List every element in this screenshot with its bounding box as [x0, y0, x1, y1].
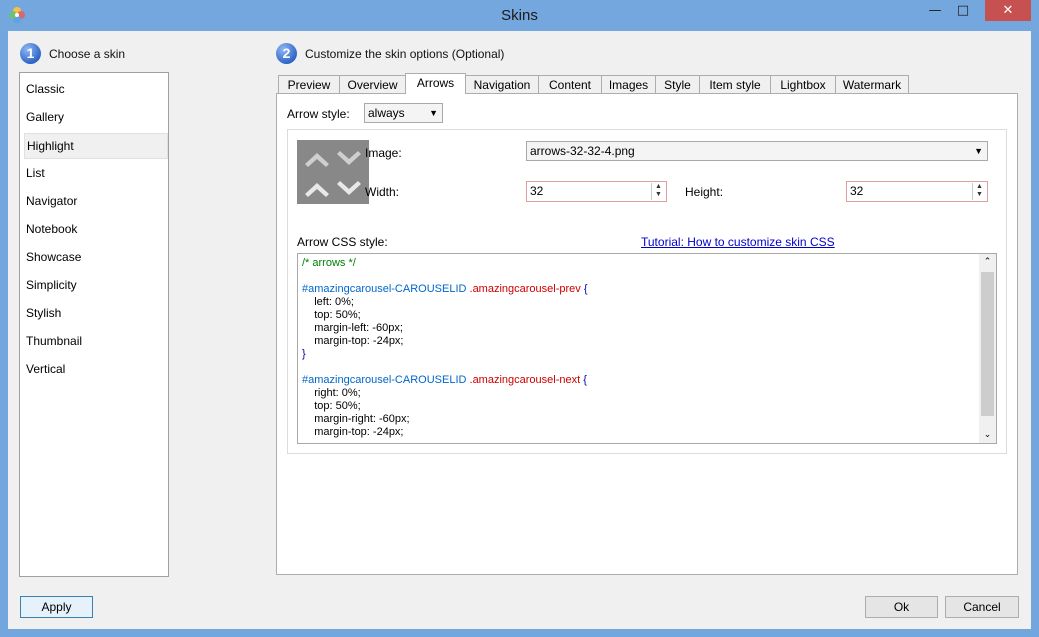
maximize-button[interactable]: □ [949, 0, 977, 21]
tab-content[interactable]: Content [538, 75, 602, 93]
image-label: Image: [365, 146, 402, 160]
css-token: top: 50%; [302, 309, 361, 321]
height-spinbox[interactable]: 32 ▲ ▼ [846, 181, 988, 202]
tab-images[interactable]: Images [601, 75, 656, 93]
skin-item-highlight[interactable]: Highlight [24, 133, 168, 159]
tab-item-style[interactable]: Item style [699, 75, 771, 93]
arrow-style-label: Arrow style: [287, 107, 350, 121]
skin-item-simplicity[interactable]: Simplicity [24, 273, 166, 297]
width-label: Width: [365, 185, 400, 199]
arrow-image-preview [297, 140, 369, 204]
dialog-client: 1 Choose a skin 2 Customize the skin opt… [8, 31, 1031, 629]
skin-item-vertical[interactable]: Vertical [24, 357, 166, 381]
minimize-button[interactable]: — [921, 0, 949, 21]
chevron-down-icon: ▼ [429, 108, 438, 118]
window-title: Skins [501, 7, 538, 24]
arrow-options-group: Image: arrows-32-32-4.png ▼ Width: 32 ▲ ▼… [287, 129, 1007, 454]
css-token: .amazingcarousel-prev [466, 283, 581, 295]
width-spinbox[interactable]: 32 ▲ ▼ [526, 181, 667, 202]
skin-item-showcase[interactable]: Showcase [24, 245, 166, 269]
skin-list[interactable]: Classic Gallery Highlight List Navigator Note… [19, 72, 169, 577]
tab-overview[interactable]: Overview [339, 75, 406, 93]
width-stepper[interactable]: ▲ ▼ [651, 183, 665, 200]
step-1-badge: 1 [20, 43, 41, 64]
css-token: right: 0%; [302, 387, 361, 399]
apply-button[interactable]: Apply [20, 596, 93, 618]
arrow-style-value: always [368, 106, 405, 120]
css-token: .amazingcarousel-next [466, 374, 581, 386]
scrollbar-thumb[interactable] [981, 272, 994, 416]
css-code-line: #amazingcarousel-CAROUSELID .amazingcaro… [302, 283, 588, 295]
css-token: top: 50%; [302, 400, 361, 412]
skin-item-thumbnail[interactable]: Thumbnail [24, 329, 166, 353]
skin-item-list[interactable]: List [24, 161, 166, 185]
arrows-tab-panel: Arrow style: always ▼ Image: arrows-32-3… [276, 93, 1018, 575]
ok-button[interactable]: Ok [865, 596, 938, 618]
tutorial-link[interactable]: Tutorial: How to customize skin CSS [641, 235, 835, 249]
skin-item-navigator[interactable]: Navigator [24, 189, 166, 213]
tab-lightbox[interactable]: Lightbox [770, 75, 836, 93]
image-select[interactable]: arrows-32-32-4.png ▼ [526, 141, 988, 161]
css-token: { [580, 374, 587, 386]
height-stepper[interactable]: ▲ ▼ [972, 183, 986, 200]
css-token: margin-left: -60px; [302, 322, 403, 334]
vertical-scrollbar[interactable]: ⌃ ⌄ [979, 254, 996, 443]
chevron-down-icon: ▼ [974, 146, 983, 156]
cancel-button[interactable]: Cancel [945, 596, 1019, 618]
tab-preview[interactable]: Preview [278, 75, 340, 93]
css-code-line: margin-left: -60px; [302, 322, 403, 334]
css-code-line: margin-top: -24px; [302, 335, 404, 347]
image-value: arrows-32-32-4.png [530, 144, 635, 158]
skins-window: Skins — □ ✕ 1 Choose a skin 2 Customize … [0, 0, 1039, 637]
skin-item-notebook[interactable]: Notebook [24, 217, 166, 241]
step-2-badge: 2 [276, 43, 297, 64]
css-code-line: /* arrows */ [302, 257, 356, 269]
skin-item-stylish[interactable]: Stylish [24, 301, 166, 325]
css-token: #amazingcarousel-CAROUSELID [302, 374, 467, 386]
arrows-preview-image [297, 140, 369, 204]
css-code-line: top: 50%; [302, 309, 361, 321]
height-value: 32 [850, 184, 864, 198]
css-code-line: top: 50%; [302, 400, 361, 412]
scroll-up-icon[interactable]: ⌃ [979, 254, 996, 270]
step-2-label: Customize the skin options (Optional) [305, 47, 505, 61]
css-label: Arrow CSS style: [297, 235, 388, 249]
css-token: #amazingcarousel-CAROUSELID [302, 283, 467, 295]
css-token: margin-top: -24px; [302, 335, 404, 347]
skin-item-gallery[interactable]: Gallery [24, 105, 166, 129]
scroll-down-icon[interactable]: ⌄ [979, 427, 996, 443]
css-code-line: #amazingcarousel-CAROUSELID .amazingcaro… [302, 374, 587, 386]
height-label: Height: [685, 185, 724, 199]
tab-arrows[interactable]: Arrows [405, 73, 466, 94]
tab-navigation[interactable]: Navigation [465, 75, 539, 93]
css-token: { [580, 283, 588, 295]
close-button[interactable]: ✕ [985, 0, 1031, 21]
css-token: margin-top: -24px; [302, 426, 404, 438]
css-token: margin-right: -60px; [302, 413, 410, 425]
css-code-line: left: 0%; [302, 296, 354, 308]
css-token: /* arrows */ [302, 257, 356, 269]
css-code-line: margin-top: -24px; [302, 426, 404, 438]
css-code-line: margin-right: -60px; [302, 413, 410, 425]
arrow-style-select[interactable]: always ▼ [364, 103, 443, 123]
skin-item-classic[interactable]: Classic [24, 77, 166, 101]
title-bar[interactable]: Skins — □ ✕ [0, 0, 1039, 31]
css-token: } [302, 348, 306, 360]
css-token: left: 0%; [302, 296, 354, 308]
css-code-line: } [302, 348, 306, 360]
width-value: 32 [530, 184, 544, 198]
tab-style[interactable]: Style [655, 75, 700, 93]
tab-watermark[interactable]: Watermark [835, 75, 909, 93]
css-editor[interactable]: ⌃ ⌄ /* arrows */ #amazingcarousel-CAROUSE… [297, 253, 997, 444]
css-code-line: right: 0%; [302, 387, 361, 399]
step-1-label: Choose a skin [49, 47, 126, 61]
